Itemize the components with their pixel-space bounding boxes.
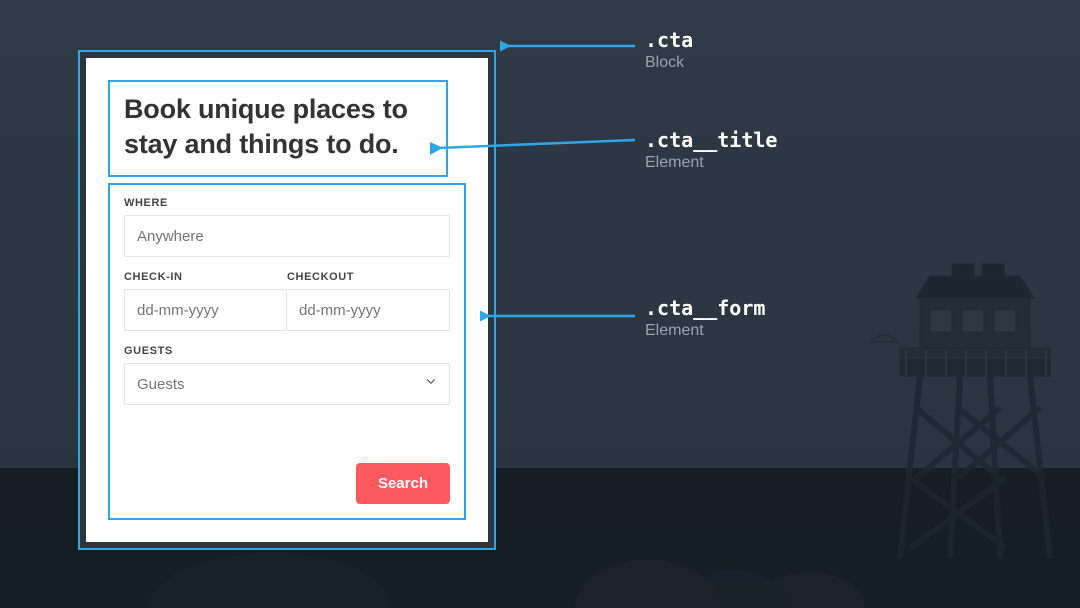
field-group-checkout: CHECKOUT — [287, 271, 450, 331]
cta-title: Book unique places to stay and things to… — [124, 92, 432, 161]
field-group-where: WHERE — [124, 197, 450, 257]
checkin-label: CHECK-IN — [124, 271, 287, 283]
guests-select[interactable] — [124, 363, 450, 405]
where-input[interactable] — [124, 215, 450, 257]
where-label: WHERE — [124, 197, 450, 209]
cta-form: WHERE CHECK-IN CHECKOUT GUESTS — [108, 183, 466, 520]
cta-title-outline: Book unique places to stay and things to… — [108, 80, 448, 177]
cta-outline: Book unique places to stay and things to… — [78, 50, 496, 550]
annotation-form: .cta__form Element — [645, 296, 765, 340]
field-group-guests: GUESTS — [124, 345, 450, 405]
background-tower — [870, 258, 1060, 558]
checkout-input[interactable] — [287, 289, 450, 331]
annotation-cta: .cta Block — [645, 28, 693, 72]
button-row: Search — [124, 463, 450, 504]
annotation-cta-role: Block — [645, 54, 693, 72]
annotation-title-selector: .cta__title — [645, 128, 777, 152]
checkin-input[interactable] — [124, 289, 287, 331]
annotation-title-role: Element — [645, 154, 777, 172]
annotation-form-role: Element — [645, 322, 765, 340]
guests-label: GUESTS — [124, 345, 450, 357]
annotation-title: .cta__title Element — [645, 128, 777, 172]
field-group-checkin: CHECK-IN — [124, 271, 287, 331]
date-row: CHECK-IN CHECKOUT — [124, 271, 450, 331]
cta-block: Book unique places to stay and things to… — [86, 58, 488, 542]
search-button[interactable]: Search — [356, 463, 450, 504]
annotation-form-selector: .cta__form — [645, 296, 765, 320]
guests-select-wrap — [124, 363, 450, 405]
checkout-label: CHECKOUT — [287, 271, 450, 283]
annotation-cta-selector: .cta — [645, 28, 693, 52]
